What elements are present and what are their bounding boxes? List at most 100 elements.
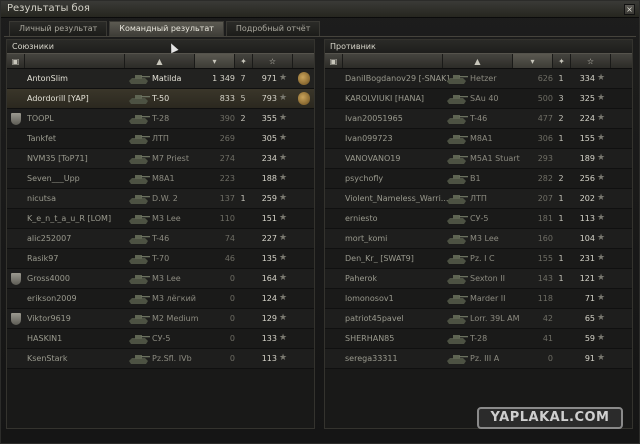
enemies-column-bar: ▣ ▲ ▾ ✦ ☆ — [325, 53, 632, 69]
allies-column-bar: ▣ ▲ ▾ ✦ ☆ — [7, 53, 314, 69]
player-name: lomonosov1 — [345, 294, 394, 303]
star-icon: ★ — [597, 273, 606, 283]
xp-value: 59 — [584, 334, 595, 343]
column-player[interactable] — [343, 54, 443, 68]
xp-value: 224 — [579, 114, 595, 123]
tab-underline — [4, 36, 636, 37]
table-row[interactable]: erikson2009 M3 лёгкий 0 124 ★ — [7, 289, 314, 309]
enemies-header: Противник — [325, 40, 632, 53]
xp-value: 155 — [579, 134, 595, 143]
star-icon: ★ — [279, 233, 288, 243]
table-row[interactable]: erniesto СУ-5 181 1 113 ★ — [325, 209, 632, 229]
table-row[interactable]: Paherok Sexton II 143 1 121 ★ — [325, 269, 632, 289]
table-row[interactable]: Adordorill [YAP] T-50 833 5 793 ★ — [7, 89, 314, 109]
player-name: Seven___Upp — [27, 174, 80, 183]
star-icon: ★ — [597, 153, 606, 163]
kills-value: 1 — [558, 254, 564, 263]
damage-value: 293 — [537, 154, 553, 163]
damage-value: 390 — [219, 114, 235, 123]
xp-value: 151 — [261, 214, 277, 223]
player-name: Adordorill [YAP] — [27, 94, 89, 103]
allies-panel: Союзники ▣ ▲ ▾ ✦ ☆ AntonSlim Matilda 1 349… — [6, 39, 315, 429]
column-xp[interactable]: ☆ — [571, 54, 611, 68]
table-row[interactable]: Violent_Nameless_Warri... ЛТП 207 1 202 ★ — [325, 189, 632, 209]
table-row[interactable]: K_e_n_t_a_u_R [LOM] M3 Lee 110 151 ★ — [7, 209, 314, 229]
star-icon: ★ — [279, 113, 288, 123]
table-row[interactable]: KAROLVIUKI [HANA] SAu 40 500 3 325 ★ — [325, 89, 632, 109]
star-icon: ★ — [279, 293, 288, 303]
table-row[interactable]: Seven___Upp M8A1 223 188 ★ — [7, 169, 314, 189]
damage-value: 269 — [219, 134, 235, 143]
column-xp[interactable]: ☆ — [253, 54, 293, 68]
column-tank[interactable]: ▲ — [443, 54, 513, 68]
tank-column-icon: ▲ — [474, 57, 481, 66]
table-row[interactable]: KsenStark Pz.Sfl. IVb 0 113 ★ — [7, 349, 314, 369]
damage-value: 306 — [537, 134, 553, 143]
damage-value: 0 — [229, 334, 235, 343]
table-row[interactable]: DaniIBogdanov29 [-SNAK] Hetzer 626 1 334 ★ — [325, 69, 632, 89]
table-row[interactable]: Ivan20051965 T-46 477 2 224 ★ — [325, 109, 632, 129]
table-row[interactable]: HASKIN1 СУ-5 0 133 ★ — [7, 329, 314, 349]
player-name: alic252007 — [27, 234, 72, 243]
damage-value: 181 — [537, 214, 553, 223]
table-row[interactable]: AntonSlim Matilda 1 349 7 971 ★ — [7, 69, 314, 89]
player-name: Ivan20051965 — [345, 114, 403, 123]
tab-detailed-report[interactable]: Подробный отчёт — [225, 21, 321, 36]
table-row[interactable]: patriot45pavel Lorr. 39L AM 42 65 ★ — [325, 309, 632, 329]
xp-value: 971 — [261, 74, 277, 83]
tank-icon — [129, 255, 150, 264]
xp-value: 133 — [261, 334, 277, 343]
star-icon: ★ — [597, 113, 606, 123]
damage-value: 0 — [229, 314, 235, 323]
star-icon: ★ — [597, 73, 606, 83]
column-kills[interactable]: ✦ — [553, 54, 571, 68]
table-row[interactable]: serega33311 Pz. III A 0 91 ★ — [325, 349, 632, 369]
table-row[interactable]: Gross4000 M3 Lee 0 164 ★ — [7, 269, 314, 289]
xp-value: 259 — [261, 194, 277, 203]
close-button[interactable]: × — [624, 4, 635, 15]
tab-team-result[interactable]: Командный результат — [109, 21, 224, 36]
table-row[interactable]: Ivan099723 M8A1 306 1 155 ★ — [325, 129, 632, 149]
tank-column-icon: ▲ — [156, 57, 163, 66]
table-row[interactable]: SHERHAN85 T-28 41 59 ★ — [325, 329, 632, 349]
column-damage[interactable]: ▾ — [513, 54, 553, 68]
table-row[interactable]: nicutsa D.W. 2 137 1 259 ★ — [7, 189, 314, 209]
table-row[interactable]: lomonosov1 Marder II 118 71 ★ — [325, 289, 632, 309]
column-tank[interactable]: ▲ — [125, 54, 195, 68]
table-row[interactable]: mort_komi M3 Lee 160 104 ★ — [325, 229, 632, 249]
damage-value: 500 — [537, 94, 553, 103]
kills-value: 2 — [240, 114, 246, 123]
table-row[interactable]: NVM35 [ToP71] M7 Priest 274 234 ★ — [7, 149, 314, 169]
player-name: Gross4000 — [27, 274, 70, 283]
column-clan[interactable]: ▣ — [7, 54, 25, 68]
xp-column-icon: ☆ — [586, 57, 595, 66]
player-name: erniesto — [345, 214, 378, 223]
xp-column-icon: ☆ — [268, 57, 277, 66]
table-row[interactable]: Tankfet ЛТП 269 305 ★ — [7, 129, 314, 149]
tank-icon — [447, 115, 468, 124]
column-clan[interactable]: ▣ — [325, 54, 343, 68]
tab-personal-result[interactable]: Личный результат — [9, 21, 108, 36]
kills-value: 7 — [240, 74, 246, 83]
star-icon: ★ — [597, 133, 606, 143]
xp-value: 71 — [584, 294, 595, 303]
column-damage[interactable]: ▾ — [195, 54, 235, 68]
table-row[interactable]: psychofly B1 282 2 256 ★ — [325, 169, 632, 189]
table-row[interactable]: Rasik97 T-70 46 135 ★ — [7, 249, 314, 269]
column-medals[interactable] — [293, 54, 314, 68]
star-icon: ★ — [279, 213, 288, 223]
xp-value: 231 — [579, 254, 595, 263]
allies-header: Союзники — [7, 40, 314, 53]
table-row[interactable]: TOOPL T-28 390 2 355 ★ — [7, 109, 314, 129]
table-row[interactable]: Den_Kr_ [SWAT9] Pz. I C 155 1 231 ★ — [325, 249, 632, 269]
column-medals[interactable] — [611, 54, 632, 68]
column-player[interactable] — [25, 54, 125, 68]
table-row[interactable]: VANOVANO19 M5A1 Stuart 293 189 ★ — [325, 149, 632, 169]
xp-value: 91 — [584, 354, 595, 363]
kills-value: 1 — [558, 134, 564, 143]
xp-value: 793 — [261, 94, 277, 103]
table-row[interactable]: alic252007 T-46 74 227 ★ — [7, 229, 314, 249]
player-name: Paherok — [345, 274, 377, 283]
column-kills[interactable]: ✦ — [235, 54, 253, 68]
table-row[interactable]: Viktor9619 M2 Medium 0 129 ★ — [7, 309, 314, 329]
